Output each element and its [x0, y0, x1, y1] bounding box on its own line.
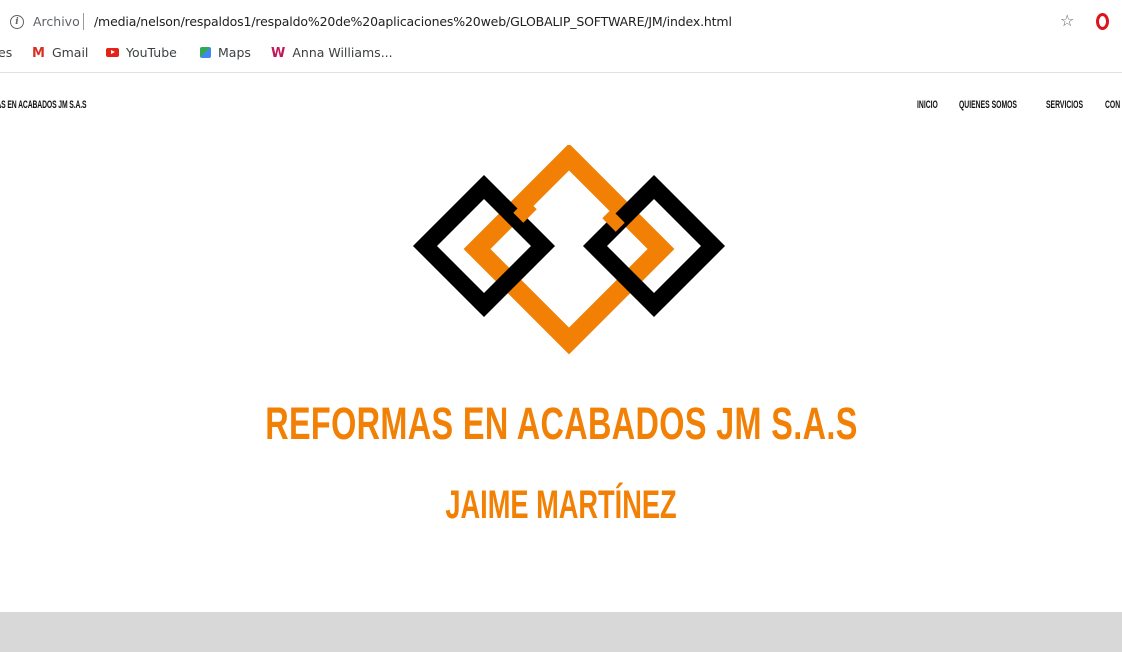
nav-servicios[interactable]: SERVICIOS: [1046, 99, 1083, 111]
opera-icon[interactable]: [1096, 13, 1109, 30]
bookmark-anna-williams[interactable]: W Anna Williams...: [271, 45, 393, 61]
nav-contacto[interactable]: CON: [1105, 99, 1120, 111]
w-icon: W: [271, 46, 286, 61]
bookmark-label: Anna Williams...: [292, 45, 393, 60]
gmail-icon: M: [32, 46, 45, 61]
orange-diamond: [463, 143, 675, 355]
interlock-right-top: [602, 209, 625, 232]
address-separator: [83, 13, 84, 30]
interlock-left-top: [513, 199, 537, 223]
bookmarks-bar: es M Gmail YouTube Maps W Anna Williams...: [0, 40, 1122, 66]
nav-inicio[interactable]: INICIO: [917, 99, 938, 111]
bookmark-gmail[interactable]: M Gmail: [32, 45, 88, 61]
page-subtitle: JAIME MARTÍNEZ: [0, 483, 1122, 528]
footer-band: [0, 612, 1122, 652]
logo-diamonds-graphic: [412, 143, 726, 355]
title-text: REFORMAS EN ACABADOS JM S.A.S: [264, 398, 858, 449]
bookmark-label: YouTube: [126, 45, 177, 60]
nav-quienes-somos[interactable]: QUIENES SOMOS: [959, 99, 1017, 111]
bookmark-maps[interactable]: Maps: [200, 45, 251, 60]
browser-chrome: i Archivo /media/nelson/respaldos1/respa…: [0, 0, 1122, 73]
subtitle-text: JAIME MARTÍNEZ: [445, 483, 677, 527]
url-text[interactable]: /media/nelson/respaldos1/respaldo%20de%2…: [94, 14, 732, 29]
info-icon[interactable]: i: [10, 15, 24, 29]
address-label: Archivo: [33, 14, 80, 29]
bookmark-youtube[interactable]: YouTube: [106, 45, 177, 60]
maps-icon: [200, 47, 211, 58]
site-header: RMAS EN ACABADOS JM S.A.S INICIO QUIENES…: [0, 72, 1122, 142]
star-icon[interactable]: ☆: [1060, 11, 1074, 30]
company-logo: [400, 143, 740, 357]
bookmark-label: Gmail: [51, 45, 89, 60]
youtube-icon: [106, 48, 119, 57]
bookmark-label: Maps: [218, 45, 251, 60]
bookmark-item[interactable]: es: [0, 45, 12, 60]
page-title: REFORMAS EN ACABADOS JM S.A.S: [0, 398, 1122, 450]
address-bar[interactable]: i Archivo /media/nelson/respaldos1/respa…: [0, 8, 1122, 38]
bookmark-label: es: [0, 45, 13, 60]
site-brand[interactable]: RMAS EN ACABADOS JM S.A.S: [0, 99, 87, 111]
